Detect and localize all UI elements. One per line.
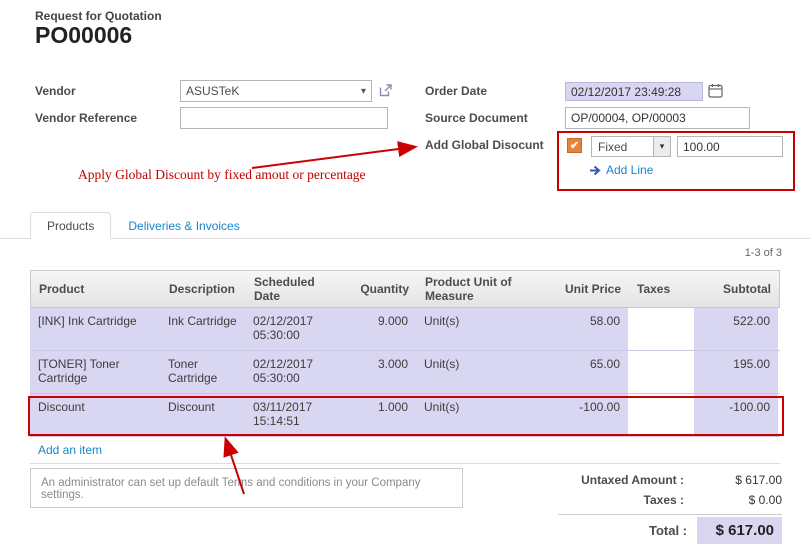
cell-description: Toner Cartridge xyxy=(160,351,245,393)
vendor-select[interactable]: ASUSTeK ▾ xyxy=(180,80,372,102)
column-header-uom: Product Unit of Measure xyxy=(417,275,557,303)
annotation-arrow-global-discount xyxy=(252,147,414,168)
column-header-unit-price: Unit Price xyxy=(557,282,629,296)
column-header-description: Description xyxy=(161,282,246,296)
cell-product: [INK] Ink Cartridge xyxy=(30,308,160,350)
cell-description: Discount xyxy=(160,394,245,436)
cell-subtotal: 195.00 xyxy=(694,351,778,393)
source-document-input[interactable] xyxy=(565,107,750,129)
notebook-tabs: Products Deliveries & Invoices xyxy=(30,212,257,239)
vendor-value: ASUSTeK xyxy=(186,84,239,98)
chevron-down-icon: ▾ xyxy=(653,137,670,156)
untaxed-amount-label: Untaxed Amount : xyxy=(558,473,694,487)
order-date-label: Order Date xyxy=(425,84,487,98)
table-row[interactable]: [INK] Ink Cartridge Ink Cartridge 02/12/… xyxy=(30,308,780,351)
column-header-taxes: Taxes xyxy=(629,282,695,296)
add-line-link[interactable]: Add Line xyxy=(589,163,653,177)
cell-taxes xyxy=(628,394,694,436)
taxes-value: $ 0.00 xyxy=(694,493,782,507)
column-header-product: Product xyxy=(31,282,161,296)
totals-panel: Untaxed Amount : $ 617.00 Taxes : $ 0.00… xyxy=(558,470,782,544)
source-document-label: Source Document xyxy=(425,111,528,125)
cell-quantity: 9.000 xyxy=(350,308,416,350)
total-label: Total : xyxy=(649,523,697,538)
cell-unit-price: 58.00 xyxy=(556,308,628,350)
global-discount-label: Add Global Disocunt xyxy=(425,138,544,152)
table-header-row: Product Description Scheduled Date Quant… xyxy=(30,270,780,308)
rfq-form-page: Request for Quotation PO00006 Vendor ASU… xyxy=(0,0,810,546)
totals-separator xyxy=(558,514,782,515)
cell-uom: Unit(s) xyxy=(416,308,556,350)
add-line-label: Add Line xyxy=(606,163,653,177)
total-value: $ 617.00 xyxy=(697,517,782,544)
order-date-field[interactable]: 02/12/2017 23:49:28 xyxy=(565,82,703,101)
cell-scheduled-date: 02/12/2017 05:30:00 xyxy=(245,308,350,350)
column-header-subtotal: Subtotal xyxy=(695,282,779,296)
cell-description: Ink Cartridge xyxy=(160,308,245,350)
discount-amount-input[interactable] xyxy=(677,136,783,157)
doc-type-label: Request for Quotation xyxy=(35,9,162,23)
order-lines-table: Product Description Scheduled Date Quant… xyxy=(30,270,780,464)
column-header-quantity: Quantity xyxy=(351,282,417,296)
table-row-discount[interactable]: Discount Discount 03/11/2017 15:14:51 1.… xyxy=(30,394,780,437)
table-row[interactable]: [TONER] Toner Cartridge Toner Cartridge … xyxy=(30,351,780,394)
add-item-link[interactable]: Add an item xyxy=(38,443,102,457)
chevron-down-icon: ▾ xyxy=(361,86,366,97)
check-icon: ✔ xyxy=(570,139,579,152)
cell-unit-price: -100.00 xyxy=(556,394,628,436)
discount-type-value: Fixed xyxy=(592,137,653,156)
vendor-label: Vendor xyxy=(35,84,76,98)
discount-type-select[interactable]: Fixed ▾ xyxy=(591,136,671,157)
page-title: PO00006 xyxy=(35,22,132,49)
annotation-global-discount-note: Apply Global Discount by fixed amout or … xyxy=(78,167,366,183)
vendor-reference-input[interactable] xyxy=(180,107,388,129)
external-link-icon[interactable] xyxy=(378,83,393,98)
taxes-label: Taxes : xyxy=(558,493,694,507)
cell-uom: Unit(s) xyxy=(416,351,556,393)
cell-scheduled-date: 03/11/2017 15:14:51 xyxy=(245,394,350,436)
cell-subtotal: 522.00 xyxy=(694,308,778,350)
cell-subtotal: -100.00 xyxy=(694,394,778,436)
cell-scheduled-date: 02/12/2017 05:30:00 xyxy=(245,351,350,393)
vendor-reference-label: Vendor Reference xyxy=(35,111,137,125)
tab-deliveries-invoices[interactable]: Deliveries & Invoices xyxy=(111,212,256,239)
cell-quantity: 3.000 xyxy=(350,351,416,393)
global-discount-checkbox[interactable]: ✔ xyxy=(567,138,582,153)
cell-product: [TONER] Toner Cartridge xyxy=(30,351,160,393)
arrow-right-icon xyxy=(589,165,602,176)
column-header-scheduled-date: Scheduled Date xyxy=(246,275,351,303)
cell-uom: Unit(s) xyxy=(416,394,556,436)
pager-range: 1-3 of 3 xyxy=(745,247,782,259)
cell-unit-price: 65.00 xyxy=(556,351,628,393)
untaxed-amount-value: $ 617.00 xyxy=(694,473,782,487)
calendar-icon[interactable] xyxy=(708,83,723,98)
cell-product: Discount xyxy=(30,394,160,436)
terms-conditions-note: An administrator can set up default Term… xyxy=(30,468,463,508)
cell-taxes xyxy=(628,351,694,393)
cell-quantity: 1.000 xyxy=(350,394,416,436)
tab-products[interactable]: Products xyxy=(30,212,111,239)
cell-taxes xyxy=(628,308,694,350)
